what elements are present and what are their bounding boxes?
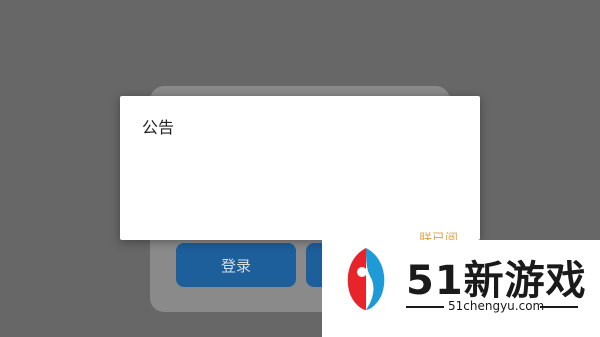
brand-logo-icon <box>347 248 385 310</box>
divider-left <box>406 306 444 308</box>
confirm-read-button[interactable]: 朕已阅 <box>419 228 458 240</box>
screen: 登录 公告 朕已阅 51新游戏 51chengyu.com <box>0 0 600 337</box>
site-watermark: 51新游戏 51chengyu.com <box>322 240 600 337</box>
brand-url: 51chengyu.com <box>448 299 545 313</box>
announcement-dialog: 公告 朕已阅 <box>120 96 480 240</box>
login-button[interactable]: 登录 <box>176 243 296 287</box>
dialog-title: 公告 <box>142 118 175 137</box>
brand-name: 51新游戏 <box>406 258 587 304</box>
divider-right <box>540 306 578 308</box>
